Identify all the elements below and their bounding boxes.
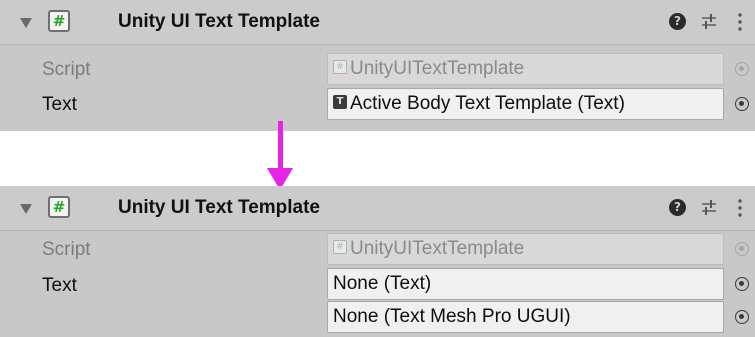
- component-header[interactable]: # Unity UI Text Template ?: [0, 0, 755, 45]
- text-component-icon: T: [333, 94, 347, 109]
- object-picker-icon: [735, 62, 749, 76]
- script-field: # UnityUITextTemplate: [327, 53, 724, 85]
- component-panel-after: # Unity UI Text Template ? Script # Unity…: [0, 186, 755, 337]
- script-file-icon: #: [333, 59, 347, 74]
- script-field-value: UnityUITextTemplate: [350, 238, 525, 259]
- object-picker-icon[interactable]: [735, 277, 749, 291]
- component-header[interactable]: # Unity UI Text Template ?: [0, 186, 755, 231]
- script-file-icon: #: [333, 239, 347, 254]
- help-icon[interactable]: ?: [669, 13, 686, 30]
- script-field: # UnityUITextTemplate: [327, 233, 724, 265]
- text-field-value: Active Body Text Template (Text): [350, 93, 625, 114]
- text-object-field[interactable]: None (Text): [327, 268, 724, 300]
- object-picker-icon: [735, 242, 749, 256]
- kebab-menu-icon[interactable]: [738, 12, 742, 32]
- component-title: Unity UI Text Template: [118, 197, 320, 218]
- script-label: Script: [42, 59, 91, 80]
- fold-toggle-icon[interactable]: [20, 18, 32, 28]
- text-mesh-pro-object-field[interactable]: None (Text Mesh Pro UGUI): [327, 301, 724, 333]
- preset-sliders-icon[interactable]: [699, 13, 719, 31]
- csharp-script-icon: #: [48, 196, 70, 218]
- text-label: Text: [42, 94, 77, 115]
- help-icon[interactable]: ?: [669, 199, 686, 216]
- text-mesh-pro-field-value: None (Text Mesh Pro UGUI): [333, 306, 571, 327]
- object-picker-icon[interactable]: [735, 310, 749, 324]
- preset-sliders-icon[interactable]: [699, 199, 719, 217]
- text-object-field[interactable]: T Active Body Text Template (Text): [327, 88, 724, 120]
- text-label: Text: [42, 275, 77, 296]
- csharp-script-icon: #: [48, 10, 70, 32]
- component-title: Unity UI Text Template: [118, 11, 320, 32]
- kebab-menu-icon[interactable]: [738, 198, 742, 218]
- fold-toggle-icon[interactable]: [20, 204, 32, 214]
- transition-arrow-shaft: [278, 121, 283, 169]
- script-label: Script: [42, 239, 91, 260]
- script-field-value: UnityUITextTemplate: [350, 58, 525, 79]
- text-field-value: None (Text): [333, 273, 432, 294]
- object-picker-icon[interactable]: [735, 97, 749, 111]
- component-panel-before: # Unity UI Text Template ? Script # Unity…: [0, 0, 755, 131]
